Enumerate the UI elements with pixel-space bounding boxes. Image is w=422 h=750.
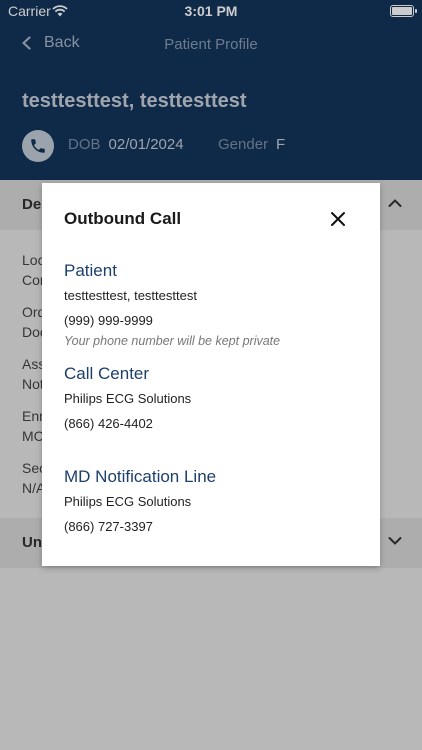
call-center-heading: Call Center [64,364,150,383]
call-center-phone[interactable]: (866) 426-4402 [64,416,153,431]
patient-phone[interactable]: (999) 999-9999 [64,313,153,328]
privacy-note: Your phone number will be kept private [64,334,281,348]
md-line-name: Philips ECG Solutions [64,494,192,509]
dialog-title: Outbound Call [64,209,182,228]
patient-heading: Patient [64,261,117,280]
md-line-heading: MD Notification Line [64,467,217,486]
md-line-phone[interactable]: (866) 727-3397 [64,519,153,534]
patient-name-line: testtesttest, testtesttest [64,288,197,303]
call-center-name: Philips ECG Solutions [64,391,192,406]
outbound-call-dialog: Outbound Call Patient testtesttest, test… [42,183,380,566]
close-icon[interactable] [330,211,346,227]
